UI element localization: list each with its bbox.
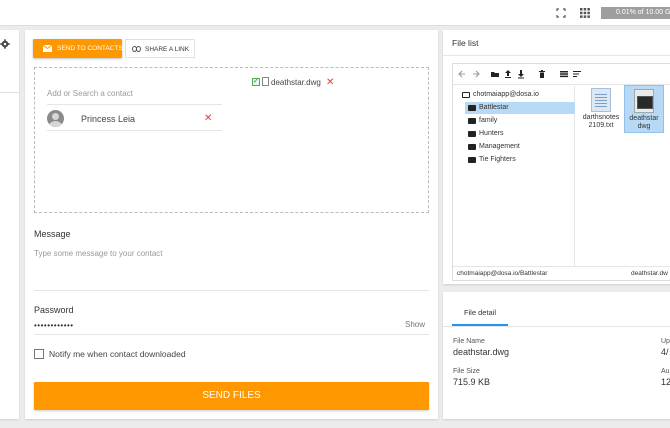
file-name-line: dwg xyxy=(637,123,651,130)
file-list-title: File list xyxy=(452,38,479,48)
tab-send-to-contacts[interactable]: Send to contacts xyxy=(33,39,123,58)
tree-label: Hunters xyxy=(479,130,504,137)
tab-send-label: Send to contacts xyxy=(57,45,123,52)
left-panel xyxy=(0,30,19,419)
tree-item-tie-fighters[interactable]: Tie Fighters xyxy=(465,154,516,166)
tab-share-label: Share a link xyxy=(145,46,190,53)
file-name-label: File Name xyxy=(453,338,485,345)
file-detail-panel: File detail File Name deathstar.dwg File… xyxy=(443,292,670,419)
notify-label: Notify me when contact downloaded xyxy=(49,349,186,359)
checkbox-icon[interactable] xyxy=(252,76,260,88)
folder-icon xyxy=(468,105,476,111)
download-icon[interactable] xyxy=(516,69,526,79)
file-list-panel: File list chotmaiapp@dosa.io Battlestar … xyxy=(443,30,670,284)
send-panel: Send to contacts Share a link Add or Sea… xyxy=(25,30,438,419)
password-label: Password xyxy=(34,305,74,315)
tree-root[interactable]: chotmaiapp@dosa.io xyxy=(459,89,539,101)
folder-tree: chotmaiapp@dosa.io Battlestar family Hun… xyxy=(455,86,575,266)
folder-icon xyxy=(468,144,476,150)
divider xyxy=(443,55,670,56)
expand-icon[interactable] xyxy=(556,8,566,18)
author-label: Au xyxy=(661,368,670,375)
text-file-icon xyxy=(591,88,611,112)
sort-icon[interactable] xyxy=(572,69,582,79)
tree-label: Battlestar xyxy=(479,104,509,111)
divider xyxy=(443,326,670,327)
mail-icon xyxy=(43,45,52,52)
tree-item-hunters[interactable]: Hunters xyxy=(465,128,504,140)
file-name-line: darthsnotes xyxy=(582,114,620,121)
remove-attachment-icon[interactable]: ✕ xyxy=(326,77,334,88)
file-tile-selected[interactable]: deathstar dwg xyxy=(624,85,664,133)
file-name-line: 2109.txt xyxy=(588,122,614,129)
upload-label: Up xyxy=(661,338,670,345)
message-input[interactable]: Type some message to your contact xyxy=(34,243,429,291)
tab-share-link[interactable]: Share a link xyxy=(125,39,195,58)
tree-label: family xyxy=(479,117,498,124)
password-input[interactable]: •••••••••••• xyxy=(34,319,429,335)
file-size-label: File Size xyxy=(453,368,480,375)
tree-label: Management xyxy=(479,143,520,150)
file-tile[interactable]: darthsnotes 2109.txt xyxy=(581,85,621,133)
contact-item: Princess Leia ✕ xyxy=(47,107,222,131)
attachment-item: deathstar.dwg ✕ xyxy=(252,76,334,89)
tree-label: chotmaiapp@dosa.io xyxy=(473,91,539,98)
attachment-name: deathstar.dwg xyxy=(271,78,321,87)
folder-icon xyxy=(468,131,476,137)
top-bar: 0.01% of 10.00 GB xyxy=(0,0,670,26)
file-icon xyxy=(262,77,269,86)
delete-icon[interactable] xyxy=(537,69,547,79)
tree-item-family[interactable]: family xyxy=(465,115,497,127)
folder-open-icon xyxy=(462,92,470,98)
send-files-button[interactable]: Send files xyxy=(34,382,429,410)
file-name-line: deathstar xyxy=(629,115,659,122)
avatar xyxy=(47,110,64,127)
tree-item-management[interactable]: Management xyxy=(465,141,520,153)
list-view-icon[interactable] xyxy=(559,69,569,79)
contact-search-input[interactable]: Add or Search a contact xyxy=(47,83,222,105)
tab-file-detail[interactable]: File detail xyxy=(452,299,508,326)
contact-name: Princess Leia xyxy=(81,114,136,124)
notify-checkbox[interactable]: Notify me when contact downloaded xyxy=(34,348,186,360)
grid-icon[interactable] xyxy=(580,8,590,18)
show-password-button[interactable]: Show xyxy=(405,320,425,329)
forward-arrow-icon[interactable] xyxy=(471,69,481,79)
remove-contact-icon[interactable]: ✕ xyxy=(204,114,212,124)
selected-file-name: deathstar.dw xyxy=(631,270,668,277)
drop-zone[interactable]: Add or Search a contact Princess Leia ✕ … xyxy=(34,67,429,213)
current-path: chotmaiapp@dosa.io/Battlestar xyxy=(457,270,548,277)
back-arrow-icon[interactable] xyxy=(457,69,467,79)
message-label: Message xyxy=(34,229,71,239)
upload-icon[interactable] xyxy=(503,69,513,79)
gear-icon[interactable] xyxy=(0,39,10,49)
checkbox-box[interactable] xyxy=(34,349,44,359)
storage-usage: 0.01% of 10.00 GB xyxy=(601,7,670,19)
path-bar: chotmaiapp@dosa.io/Battlestar deathstar.… xyxy=(453,266,670,280)
tree-label: Tie Fighters xyxy=(479,156,516,163)
upload-value: 4/ xyxy=(661,347,669,357)
author-value: 12 xyxy=(661,377,670,387)
divider xyxy=(0,92,19,93)
link-icon xyxy=(132,46,141,52)
file-size-value: 715.9 KB xyxy=(453,377,491,387)
folder-icon xyxy=(468,157,476,163)
new-folder-icon[interactable] xyxy=(490,69,500,79)
drawing-file-icon xyxy=(634,89,654,113)
folder-icon xyxy=(468,118,476,124)
tree-item-battlestar[interactable]: Battlestar xyxy=(465,102,575,114)
file-browser: chotmaiapp@dosa.io Battlestar family Hun… xyxy=(452,63,670,281)
file-name-value: deathstar.dwg xyxy=(453,347,510,357)
